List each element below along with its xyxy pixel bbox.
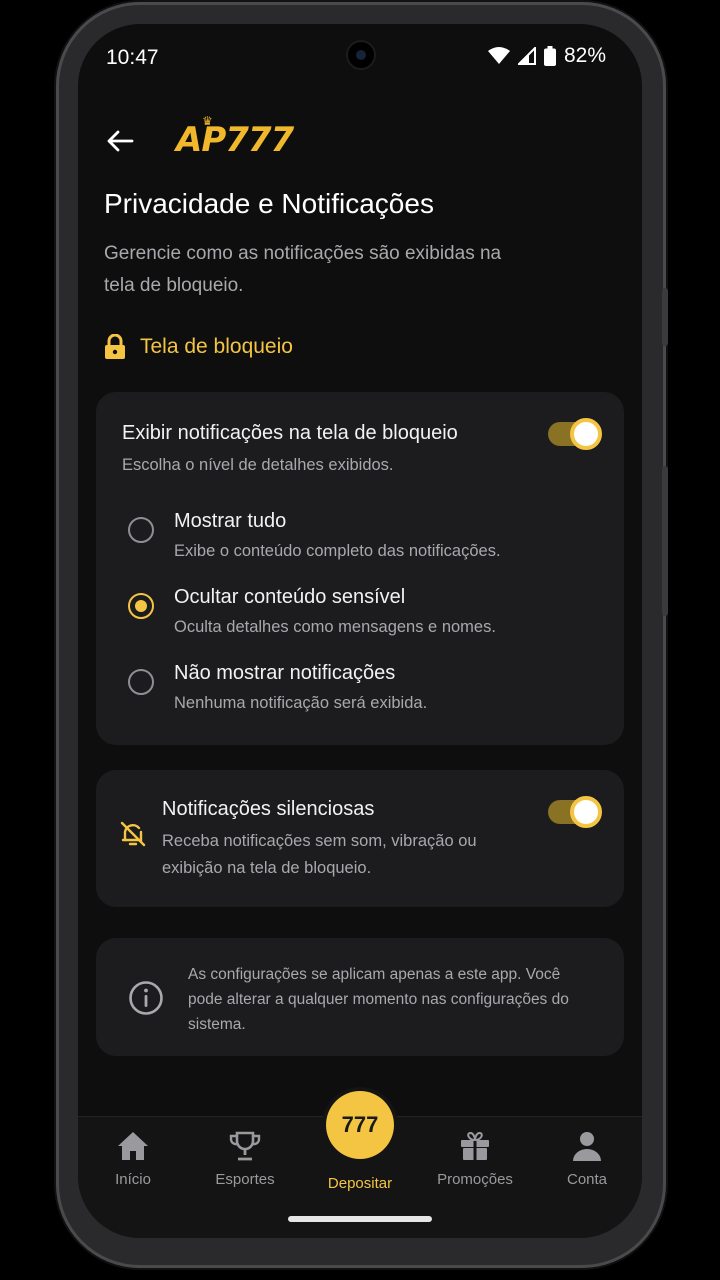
wifi-icon <box>487 47 510 64</box>
deposit-button[interactable]: 777 <box>326 1091 394 1159</box>
app-logo: ♛ AP777 <box>176 114 294 160</box>
battery-icon <box>543 46 556 66</box>
status-indicators: 82% <box>487 44 606 68</box>
info-icon <box>129 981 163 1015</box>
front-camera <box>346 40 376 70</box>
page-title: Privacidade e Notificações <box>104 188 434 219</box>
nav-label: Depositar <box>327 1175 393 1192</box>
home-icon <box>118 1132 148 1160</box>
silent-title: Notificações silenciosas <box>162 798 375 820</box>
silent-notifications-card: Notificações silenciosas Receba notifica… <box>96 770 624 907</box>
lockscreen-toggle-subtitle: Escolha o nível de detalhes exibidos. <box>122 456 394 474</box>
option-desc: Oculta detalhes como mensagens e nomes. <box>174 618 496 636</box>
logo-text: AP777 <box>176 120 294 160</box>
arrow-left-icon <box>107 130 134 152</box>
section-header-lockscreen: Tela de bloqueio <box>104 334 293 360</box>
bell-off-icon <box>120 821 146 847</box>
lockscreen-notifications-card: Exibir notificações na tela de bloqueio … <box>96 392 624 745</box>
silent-subtitle: Receba notificações sem som, vibração ou… <box>162 832 477 877</box>
lock-icon <box>105 334 125 359</box>
nav-item-promotions[interactable]: Promoções <box>420 1131 530 1188</box>
gift-icon <box>461 1131 489 1160</box>
trophy-icon <box>229 1131 261 1161</box>
back-button[interactable] <box>102 124 138 158</box>
user-icon <box>573 1132 601 1161</box>
signal-icon <box>517 47 536 65</box>
screen: 10:47 82% ♛ AP777 Privacidade e Notifica… <box>78 24 642 1238</box>
option-desc: Nenhuma notificação será exibida. <box>174 694 428 712</box>
silent-notifications-toggle[interactable] <box>548 796 602 828</box>
nav-label: Esportes <box>215 1171 275 1188</box>
option-label: Não mostrar notificações <box>174 662 396 684</box>
radio-show-all[interactable] <box>128 517 154 543</box>
option-label: Mostrar tudo <box>174 510 287 532</box>
option-label: Ocultar conteúdo sensível <box>174 586 406 608</box>
crown-icon: ♛ <box>202 114 213 128</box>
radio-hide-sensitive[interactable] <box>128 593 154 619</box>
deposit-badge-text: 777 <box>341 1112 379 1137</box>
home-indicator[interactable] <box>288 1216 432 1222</box>
status-time: 10:47 <box>106 46 159 69</box>
radio-hide-all[interactable] <box>128 669 154 695</box>
nav-item-account[interactable]: Conta <box>532 1131 642 1188</box>
option-desc: Exibe o conteúdo completo das notificaçõ… <box>174 542 501 560</box>
lockscreen-toggle-title: Exibir notificações na tela de bloqueio <box>122 422 458 444</box>
nav-item-sports[interactable]: Esportes <box>190 1131 300 1188</box>
section-title: Tela de bloqueio <box>140 335 293 358</box>
nav-label: Início <box>115 1171 151 1188</box>
lockscreen-notifications-toggle[interactable] <box>548 418 602 450</box>
nav-label: Conta <box>566 1171 608 1188</box>
nav-item-deposit[interactable]: Depositar <box>305 1173 415 1192</box>
battery-level: 82% <box>563 44 606 67</box>
info-card: As configurações se aplicam apenas a est… <box>96 938 624 1056</box>
page-subtitle: Gerencie como as notificações são exibid… <box>104 243 502 296</box>
info-text: As configurações se aplicam apenas a est… <box>188 966 569 1033</box>
nav-label: Promoções <box>437 1171 513 1188</box>
volume-up-button <box>662 288 668 346</box>
power-button <box>662 466 668 616</box>
nav-item-home[interactable]: Início <box>78 1131 188 1188</box>
